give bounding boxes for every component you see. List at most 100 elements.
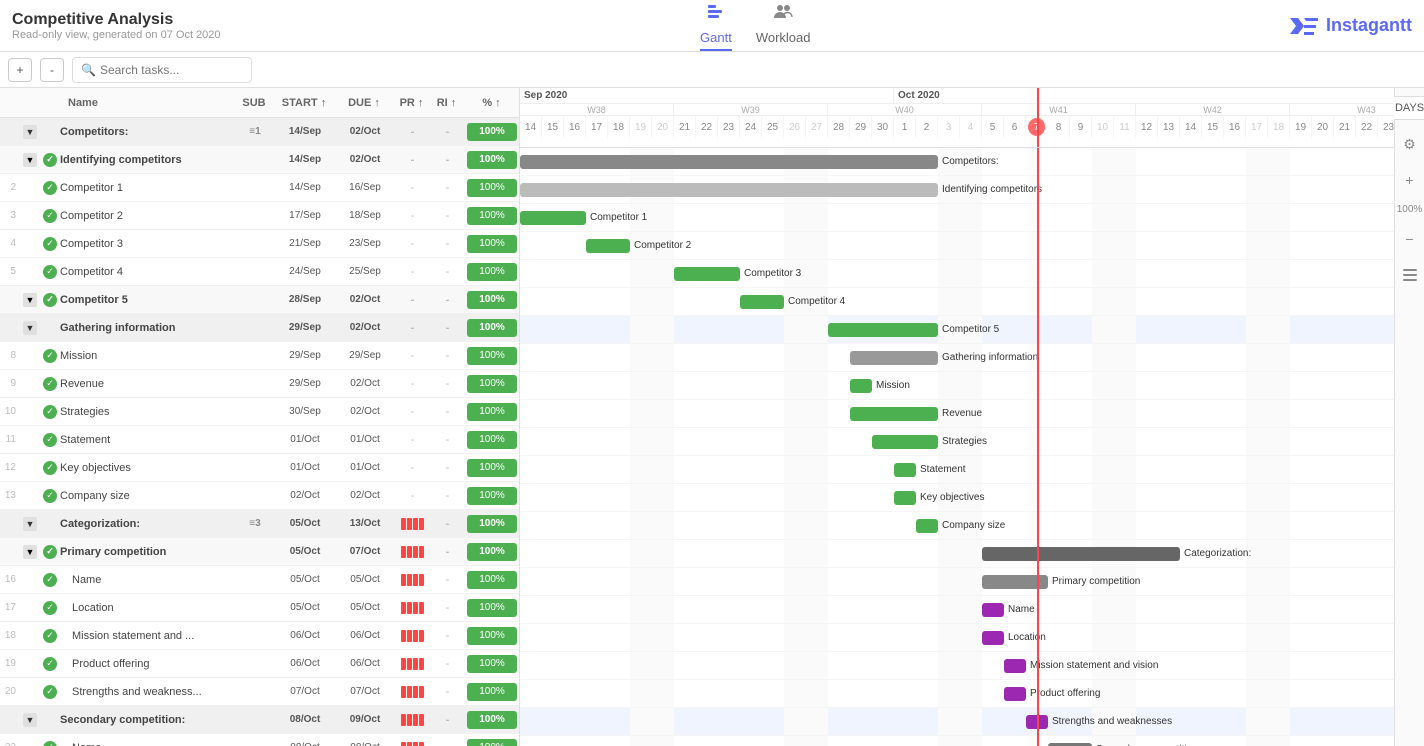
priority-dots [401, 686, 424, 698]
gantt-panel[interactable]: Sep 2020Oct 2020W38W39W40W41W42W43W44141… [520, 88, 1394, 746]
gantt-bar-label: Competitors: [942, 156, 999, 167]
gantt-bar[interactable] [674, 267, 740, 281]
task-row[interactable]: ▼✓Primary competition05/Oct07/Oct-100% [0, 538, 519, 566]
task-name: Competitor 4 [60, 266, 235, 278]
completion-pct: 100% [465, 431, 519, 449]
tab-gantt[interactable]: Gantt [700, 1, 732, 51]
task-row[interactable]: ▼Categorization:≡305/Oct13/Oct-100% [0, 510, 519, 538]
settings-icon[interactable]: ⚙ [1398, 132, 1422, 156]
gantt-bar[interactable] [520, 155, 938, 169]
task-row[interactable]: 5✓Competitor 424/Sep25/Sep--100% [0, 258, 519, 286]
row-collapse-icon[interactable]: ▼ [20, 713, 40, 727]
task-row[interactable]: ▼Gathering information29/Sep02/Oct--100% [0, 314, 519, 342]
completion-pct: 100% [465, 739, 519, 746]
gantt-bar[interactable] [872, 435, 938, 449]
task-row[interactable]: 17✓Location05/Oct05/Oct-100% [0, 594, 519, 622]
start-date: 28/Sep [275, 294, 335, 305]
gantt-bar[interactable] [850, 379, 872, 393]
priority: - [395, 266, 430, 278]
day-cell: 8 [1048, 116, 1070, 138]
risk: - [430, 294, 465, 306]
row-number: 12 [0, 462, 20, 473]
layers-icon[interactable] [1398, 263, 1422, 287]
gantt-bar[interactable] [982, 631, 1004, 645]
task-row[interactable]: 4✓Competitor 321/Sep23/Sep--100% [0, 230, 519, 258]
search-input[interactable] [100, 63, 243, 77]
gantt-tab-icon [706, 1, 726, 26]
gantt-bar[interactable] [1004, 687, 1026, 701]
task-list-panel: Name SUB START ↑ DUE ↑ PR ↑ RI ↑ [0, 88, 520, 746]
gantt-bar[interactable] [740, 295, 784, 309]
start-date: 08/Oct [275, 742, 335, 746]
start-date: 14/Sep [275, 154, 335, 165]
task-row[interactable]: ▼Competitors:≡114/Sep02/Oct--100% [0, 118, 519, 146]
gantt-bar[interactable] [894, 463, 916, 477]
collapse-button[interactable]: - [40, 58, 64, 82]
task-row[interactable]: 10✓Strategies30/Sep02/Oct--100% [0, 398, 519, 426]
gantt-bar[interactable] [850, 351, 938, 365]
task-row[interactable]: 2✓Competitor 114/Sep16/Sep--100% [0, 174, 519, 202]
start-date: 21/Sep [275, 238, 335, 249]
col-due-header[interactable]: DUE ↑ [334, 97, 394, 109]
gantt-bar[interactable] [520, 183, 938, 197]
task-row[interactable]: ▼Secondary competition:08/Oct09/Oct-100% [0, 706, 519, 734]
task-name: Strategies [60, 406, 235, 418]
gantt-bar[interactable] [586, 239, 630, 253]
col-ri-header[interactable]: RI ↑ [429, 97, 464, 109]
row-collapse-icon[interactable]: ▼ [20, 545, 40, 559]
task-row[interactable]: 20✓Strengths and weakness...07/Oct07/Oct… [0, 678, 519, 706]
priority: - [395, 406, 430, 418]
gantt-bar[interactable] [982, 547, 1180, 561]
completion-pct: 100% [465, 599, 519, 617]
task-name: Competitor 5 [60, 294, 235, 306]
col-pr-header[interactable]: PR ↑ [394, 97, 429, 109]
gantt-bar[interactable] [894, 491, 916, 505]
task-name: Mission statement and ... [60, 630, 235, 642]
col-start-header[interactable]: START ↑ [274, 97, 334, 109]
gantt-bar[interactable] [916, 519, 938, 533]
gantt-row: Primary competition [520, 568, 1394, 596]
day-cell: 20 [652, 116, 674, 138]
gantt-bar[interactable] [982, 603, 1004, 617]
zoom-in-icon[interactable]: + [1398, 168, 1422, 192]
zoom-out-icon[interactable]: − [1398, 227, 1422, 251]
task-row[interactable]: 11✓Statement01/Oct01/Oct--100% [0, 426, 519, 454]
task-row[interactable]: ▼✓Competitor 528/Sep02/Oct--100% [0, 286, 519, 314]
task-row[interactable]: 12✓Key objectives01/Oct01/Oct--100% [0, 454, 519, 482]
gantt-bar[interactable] [520, 211, 586, 225]
add-task-button[interactable]: + [8, 58, 32, 82]
row-collapse-icon[interactable]: ▼ [20, 517, 40, 531]
task-row[interactable]: 8✓Mission29/Sep29/Sep--100% [0, 342, 519, 370]
gantt-row: Categorization: [520, 540, 1394, 568]
gantt-bar[interactable] [1026, 715, 1048, 729]
task-row[interactable]: 18✓Mission statement and ...06/Oct06/Oct… [0, 622, 519, 650]
task-row[interactable]: 19✓Product offering06/Oct06/Oct-100% [0, 650, 519, 678]
due-date: 06/Oct [335, 630, 395, 641]
gantt-row: Product offering [520, 680, 1394, 708]
app-subtitle: Read-only view, generated on 07 Oct 2020 [12, 29, 221, 41]
col-pct-header[interactable]: % ↑ [464, 97, 519, 109]
day-cell: 6 [1004, 116, 1026, 138]
task-row[interactable]: 22✓Name08/Oct08/Oct-100% [0, 734, 519, 746]
gantt-bar[interactable] [982, 575, 1048, 589]
due-date: 23/Sep [335, 238, 395, 249]
row-collapse-icon[interactable]: ▼ [20, 125, 40, 139]
workload-tab-label: Workload [756, 30, 811, 45]
day-cell: 28 [828, 116, 850, 138]
task-row[interactable]: 16✓Name05/Oct05/Oct-100% [0, 566, 519, 594]
gantt-bar[interactable] [1004, 659, 1026, 673]
task-row[interactable]: 9✓Revenue29/Sep02/Oct--100% [0, 370, 519, 398]
risk: - [430, 210, 465, 222]
day-cell: 17 [1246, 116, 1268, 138]
row-collapse-icon[interactable]: ▼ [20, 321, 40, 335]
gantt-bar[interactable] [828, 323, 938, 337]
tab-workload[interactable]: Workload [756, 1, 811, 51]
day-cell: 16 [1224, 116, 1246, 138]
gantt-bar[interactable] [850, 407, 938, 421]
task-row[interactable]: ▼✓Identifying competitors14/Sep02/Oct--1… [0, 146, 519, 174]
task-status-icon: ✓ [40, 489, 60, 503]
task-row[interactable]: 13✓Company size02/Oct02/Oct--100% [0, 482, 519, 510]
priority: - [395, 126, 430, 138]
task-row[interactable]: 3✓Competitor 217/Sep18/Sep--100% [0, 202, 519, 230]
row-collapse-icon[interactable]: ▼ [20, 153, 40, 167]
